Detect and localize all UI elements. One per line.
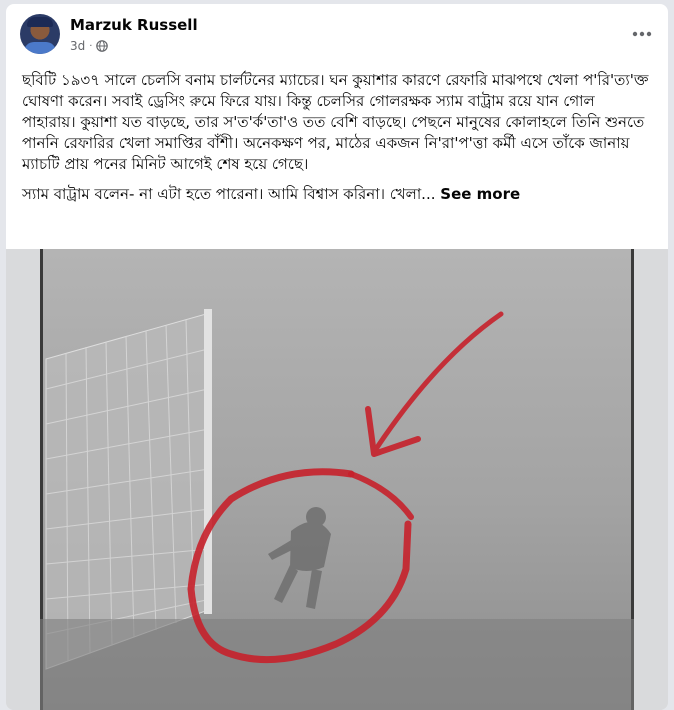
post-paragraph-1: ছবিটি ১৯৩৭ সালে চেলসি বনাম চার্লটনের ম্য… — [22, 71, 649, 173]
post-paragraph-2-text: স্যাম বাট্রাম বলেন- না এটা হতে পারেনা। আ… — [22, 185, 436, 203]
photo-image — [6, 249, 668, 710]
more-options-button[interactable] — [630, 22, 654, 46]
post-photo[interactable] — [6, 249, 668, 710]
post-time[interactable]: 3d — [70, 39, 85, 53]
author-name[interactable]: Marzuk Russell — [70, 16, 198, 34]
meta-separator: · — [89, 40, 93, 52]
post-text: ছবিটি ১৯৩৭ সালে চেলসি বনাম চার্লটনের ম্য… — [22, 70, 652, 214]
goal-net — [45, 313, 212, 670]
see-more-link[interactable]: See more — [440, 185, 520, 203]
post-meta: 3d · — [70, 39, 109, 53]
avatar[interactable] — [20, 14, 60, 54]
post-paragraph-2: স্যাম বাট্রাম বলেন- না এটা হতে পারেনা। আ… — [22, 184, 652, 205]
globe-icon[interactable] — [96, 40, 109, 52]
goal-post — [204, 309, 212, 614]
post-header: Marzuk Russell 3d · — [6, 4, 668, 64]
ellipsis-icon — [632, 31, 652, 37]
post-card: Marzuk Russell 3d · ছবিটি ১৯৩৭ সালে চেলস… — [6, 4, 668, 710]
